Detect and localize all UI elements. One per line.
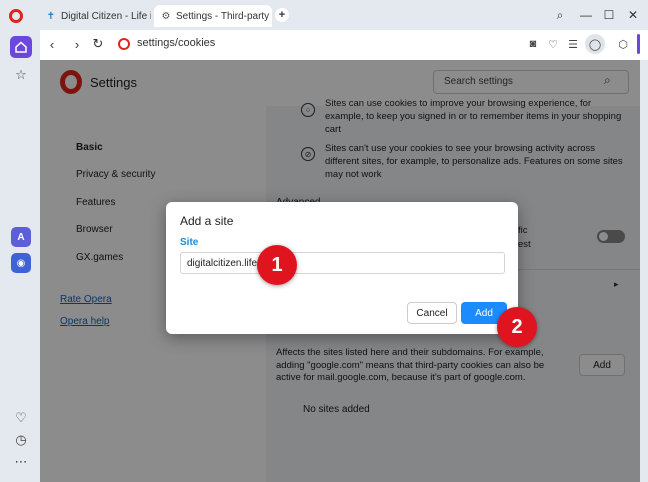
gear-icon: ⚙ — [161, 10, 171, 22]
history-icon[interactable]: ◷ — [11, 430, 31, 450]
tab-settings[interactable]: ⚙ Settings - Third-party coo — [154, 5, 272, 27]
minimize-icon[interactable]: — — [578, 7, 594, 23]
cancel-button[interactable]: Cancel — [407, 302, 457, 324]
heart-outline-icon[interactable]: ♡ — [545, 36, 561, 52]
home-icon[interactable] — [10, 36, 32, 58]
tab-bar: ✝ Digital Citizen - Life in a d ⚙ Settin… — [0, 0, 648, 30]
add-site-dialog: Add a site Site Cancel Add — [166, 202, 518, 334]
star-icon[interactable]: ☆ — [11, 65, 31, 85]
digital-citizen-icon: ✝ — [46, 10, 56, 22]
scrollbar[interactable] — [640, 60, 648, 482]
reload-icon[interactable]: ↻ — [90, 36, 106, 52]
aria-icon[interactable]: A — [11, 227, 31, 247]
heart-icon[interactable]: ♡ — [11, 408, 31, 428]
easy-setup-icon[interactable]: ☰ — [565, 36, 581, 52]
opera-logo-icon[interactable] — [9, 9, 23, 23]
forward-icon[interactable]: › — [69, 36, 85, 52]
tab-digital-citizen[interactable]: ✝ Digital Citizen - Life in a d — [39, 5, 151, 27]
dialog-title: Add a site — [180, 214, 234, 228]
site-label: Site — [180, 237, 199, 248]
accent-bar — [637, 34, 640, 54]
more-icon[interactable]: ⋯ — [11, 452, 31, 472]
tab-title: Digital Citizen - Life in a d — [61, 10, 151, 22]
close-window-icon[interactable]: ✕ — [625, 7, 641, 23]
new-tab-button[interactable]: + — [275, 8, 289, 22]
maximize-icon[interactable]: ☐ — [601, 7, 617, 23]
search-tabs-icon[interactable]: ⌕ — [552, 7, 568, 23]
back-icon[interactable]: ‹ — [44, 36, 60, 52]
profile-icon[interactable]: ◯ — [585, 34, 605, 54]
tab-title: Settings - Third-party coo — [176, 10, 272, 22]
callout-marker-2: 2 — [497, 307, 537, 347]
cube-icon[interactable]: ⬡ — [615, 36, 631, 52]
url-field[interactable]: settings/cookies — [137, 37, 215, 49]
camera-icon[interactable]: ◙ — [525, 36, 541, 52]
opera-url-icon — [118, 38, 130, 50]
callout-marker-1: 1 — [257, 245, 297, 285]
site-input[interactable] — [180, 252, 505, 274]
gx-icon[interactable]: ◉ — [11, 253, 31, 273]
